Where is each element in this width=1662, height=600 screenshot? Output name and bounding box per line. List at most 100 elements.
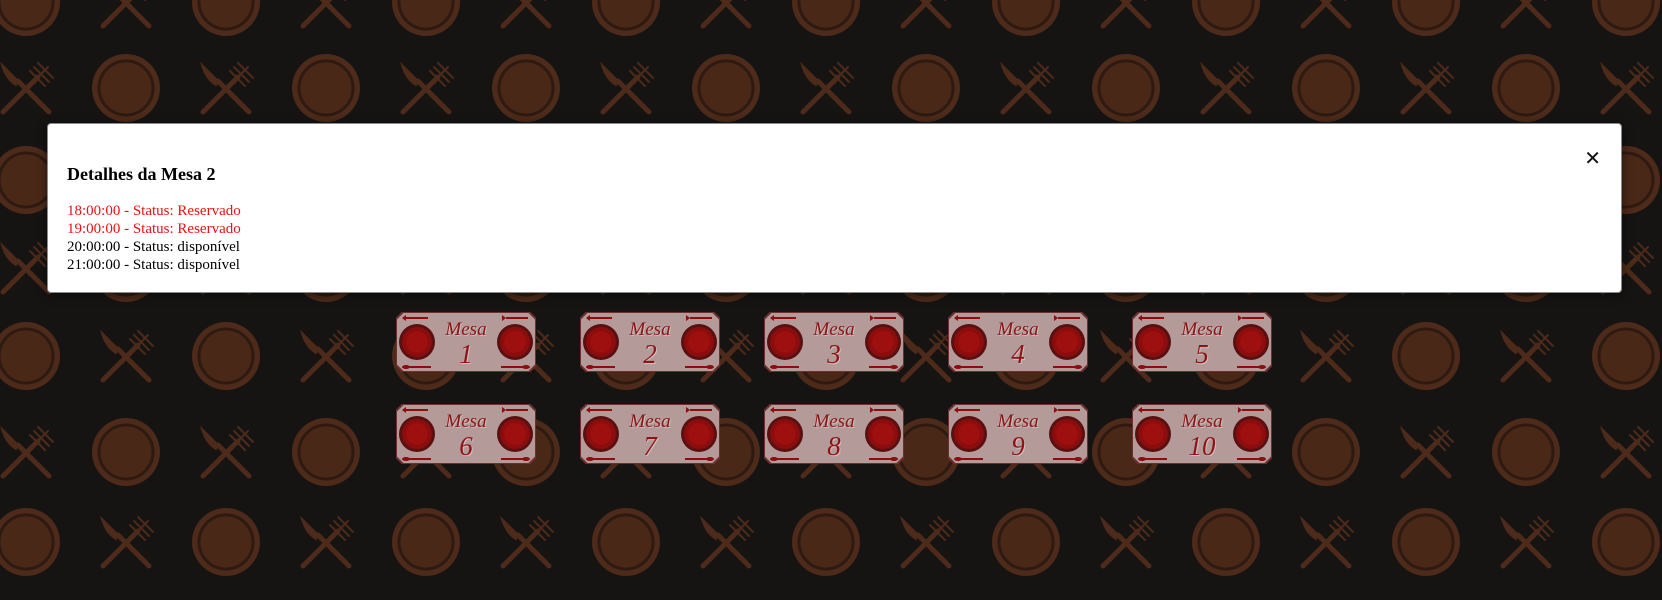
- crossed-cutlery-icon: [902, 0, 953, 26]
- crossed-cutlery-icon: [302, 0, 353, 26]
- crossed-cutlery-icon: [2, 63, 53, 112]
- table-card-mesa-2[interactable]: Mesa 2: [580, 312, 720, 372]
- plate-icon: [190, 320, 262, 392]
- plate-icon: [1490, 52, 1562, 124]
- table-label: Mesa: [997, 319, 1039, 340]
- crossed-cutlery-icon: [102, 517, 153, 566]
- table-label: Mesa: [1181, 411, 1223, 432]
- crossed-cutlery-icon: [2, 243, 53, 292]
- table-number: 5: [1195, 339, 1209, 369]
- plate-icon: [90, 416, 162, 488]
- crossed-cutlery-icon: [302, 517, 353, 566]
- time-slot: 20:00:00 - Status: disponível: [67, 239, 240, 255]
- crossed-cutlery-icon: [702, 0, 753, 26]
- plate-icon: [1233, 416, 1269, 452]
- plate-icon: [390, 506, 462, 578]
- plate-icon: [681, 416, 717, 452]
- table-number: 9: [1011, 431, 1025, 461]
- plate-icon: [790, 506, 862, 578]
- plate-icon: [1390, 320, 1462, 392]
- table-card-mesa-10[interactable]: Mesa 10: [1132, 404, 1272, 464]
- table-label: Mesa: [445, 411, 487, 432]
- table-number: 7: [643, 431, 657, 461]
- table-number: 2: [643, 339, 657, 369]
- crossed-cutlery-icon: [602, 63, 653, 112]
- crossed-cutlery-icon: [1002, 63, 1053, 112]
- plate-icon: [690, 52, 762, 124]
- crossed-cutlery-icon: [202, 63, 253, 112]
- plate-icon: [865, 324, 901, 360]
- plate-icon: [990, 506, 1062, 578]
- close-icon[interactable]: ✕: [1584, 148, 1601, 168]
- plate-icon: [90, 52, 162, 124]
- table-card-mesa-9[interactable]: Mesa 9: [948, 404, 1088, 464]
- crossed-cutlery-icon: [1502, 0, 1553, 26]
- plate-icon: [990, 0, 1062, 38]
- table-label: Mesa: [629, 319, 671, 340]
- plate-icon: [497, 416, 533, 452]
- table-details-modal: Detalhes da Mesa 2 ✕ 18:00:00 - Status: …: [47, 123, 1622, 293]
- crossed-cutlery-icon: [1102, 517, 1153, 566]
- crossed-cutlery-icon: [1302, 0, 1353, 26]
- plate-icon: [1233, 324, 1269, 360]
- table-card-mesa-5[interactable]: Mesa 5: [1132, 312, 1272, 372]
- table-label: Mesa: [629, 411, 671, 432]
- plate-icon: [1049, 416, 1085, 452]
- time-slot: 18:00:00 - Status: Reservado: [67, 203, 241, 219]
- plate-icon: [1390, 0, 1462, 38]
- plate-icon: [0, 0, 62, 38]
- plate-icon: [1190, 506, 1262, 578]
- plate-icon: [190, 506, 262, 578]
- crossed-cutlery-icon: [202, 427, 253, 476]
- table-card-mesa-1[interactable]: Mesa 1: [396, 312, 536, 372]
- table-card-mesa-3[interactable]: Mesa 3: [764, 312, 904, 372]
- time-slot: 21:00:00 - Status: disponível: [67, 257, 240, 273]
- table-card-mesa-4[interactable]: Mesa 4: [948, 312, 1088, 372]
- plate-icon: [1190, 0, 1262, 38]
- plates-cutlery-background-pattern: [0, 0, 1662, 578]
- plate-icon: [590, 0, 662, 38]
- plate-icon: [1590, 0, 1662, 38]
- crossed-cutlery-icon: [902, 517, 953, 566]
- plate-icon: [1049, 324, 1085, 360]
- table-number: 6: [459, 431, 473, 461]
- crossed-cutlery-icon: [502, 517, 553, 566]
- crossed-cutlery-icon: [1402, 63, 1453, 112]
- crossed-cutlery-icon: [1402, 427, 1453, 476]
- table-label: Mesa: [813, 411, 855, 432]
- plate-icon: [497, 324, 533, 360]
- crossed-cutlery-icon: [1102, 0, 1153, 26]
- plate-icon: [590, 506, 662, 578]
- plate-icon: [390, 0, 462, 38]
- table-card-mesa-7[interactable]: Mesa 7: [580, 404, 720, 464]
- table-number: 3: [827, 339, 841, 369]
- table-label: Mesa: [813, 319, 855, 340]
- table-number: 8: [827, 431, 841, 461]
- tables-grid: Mesa 1 Mesa 2 Mesa 3 Mesa 4 Mesa 5 Mesa …: [396, 312, 1276, 464]
- modal-title: Detalhes da Mesa 2: [67, 164, 216, 184]
- table-label: Mesa: [997, 411, 1039, 432]
- table-number: 4: [1011, 339, 1025, 369]
- plate-icon: [1090, 52, 1162, 124]
- table-number: 1: [459, 339, 473, 369]
- plate-icon: [1390, 506, 1462, 578]
- table-card-mesa-6[interactable]: Mesa 6: [396, 404, 536, 464]
- time-slot-list: 18:00:00 - Status: Reservado 19:00:00 - …: [67, 202, 241, 274]
- crossed-cutlery-icon: [102, 331, 153, 380]
- plate-icon: [790, 0, 862, 38]
- plate-icon: [0, 506, 62, 578]
- crossed-cutlery-icon: [802, 63, 853, 112]
- crossed-cutlery-icon: [302, 331, 353, 380]
- plate-icon: [1290, 416, 1362, 488]
- table-card-mesa-8[interactable]: Mesa 8: [764, 404, 904, 464]
- plate-icon: [0, 320, 62, 392]
- crossed-cutlery-icon: [1602, 63, 1653, 112]
- crossed-cutlery-icon: [102, 0, 153, 26]
- plate-icon: [190, 0, 262, 38]
- crossed-cutlery-icon: [1502, 517, 1553, 566]
- crossed-cutlery-icon: [502, 0, 553, 26]
- crossed-cutlery-icon: [702, 517, 753, 566]
- crossed-cutlery-icon: [402, 63, 453, 112]
- time-slot: 19:00:00 - Status: Reservado: [67, 221, 241, 237]
- plate-icon: [490, 52, 562, 124]
